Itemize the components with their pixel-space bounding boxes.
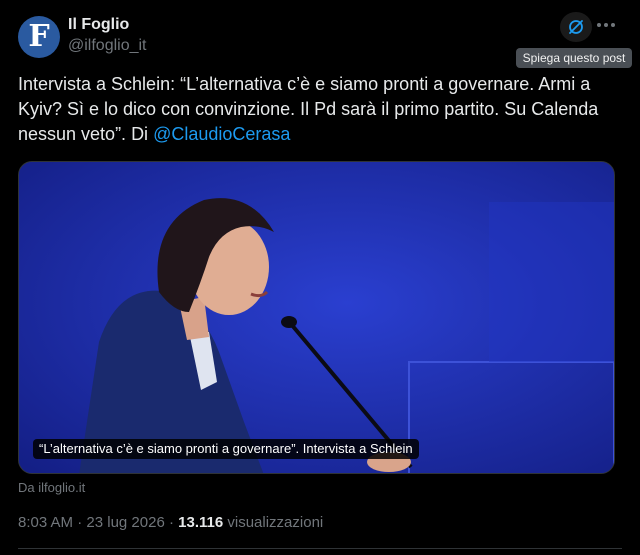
grok-explain-button[interactable] (560, 12, 592, 42)
post: F Il Foglio @ilfoglio_it Spiega questo p… (0, 0, 640, 555)
more-options-button[interactable] (592, 14, 620, 38)
post-time[interactable]: 8:03 AM (18, 514, 73, 531)
post-meta: 8:03 AM · 23 lug 2026 · 13.116 visualizz… (18, 513, 323, 533)
card-photo (19, 162, 614, 473)
link-card-image[interactable]: “L’alternativa c’è e siamo pronti a gove… (18, 161, 615, 474)
grok-explain-icon (569, 20, 583, 34)
avatar-logo-letter: F (28, 19, 50, 54)
avatar[interactable]: F (18, 16, 60, 58)
meta-separator: · (164, 514, 179, 531)
card-caption: “L’alternativa c’è e siamo pronti a gove… (33, 439, 419, 459)
meta-separator: · (73, 514, 87, 531)
divider (18, 548, 622, 549)
more-horizontal-icon (597, 23, 615, 27)
post-body: Intervista a Schlein: “L’alternativa c’è… (18, 74, 599, 144)
mention-link[interactable]: @ClaudioCerasa (153, 124, 290, 144)
post-text: Intervista a Schlein: “L’alternativa c’è… (18, 72, 618, 147)
author-name[interactable]: Il Foglio (68, 15, 129, 35)
author-handle[interactable]: @ilfoglio_it (68, 36, 147, 56)
tooltip: Spiega questo post (516, 48, 632, 68)
views-count: 13.116 (178, 514, 224, 531)
views-label: visualizzazioni (223, 514, 324, 531)
card-source-link[interactable]: Da ilfoglio.it (18, 480, 85, 496)
post-date[interactable]: 23 lug 2026 (86, 514, 164, 531)
